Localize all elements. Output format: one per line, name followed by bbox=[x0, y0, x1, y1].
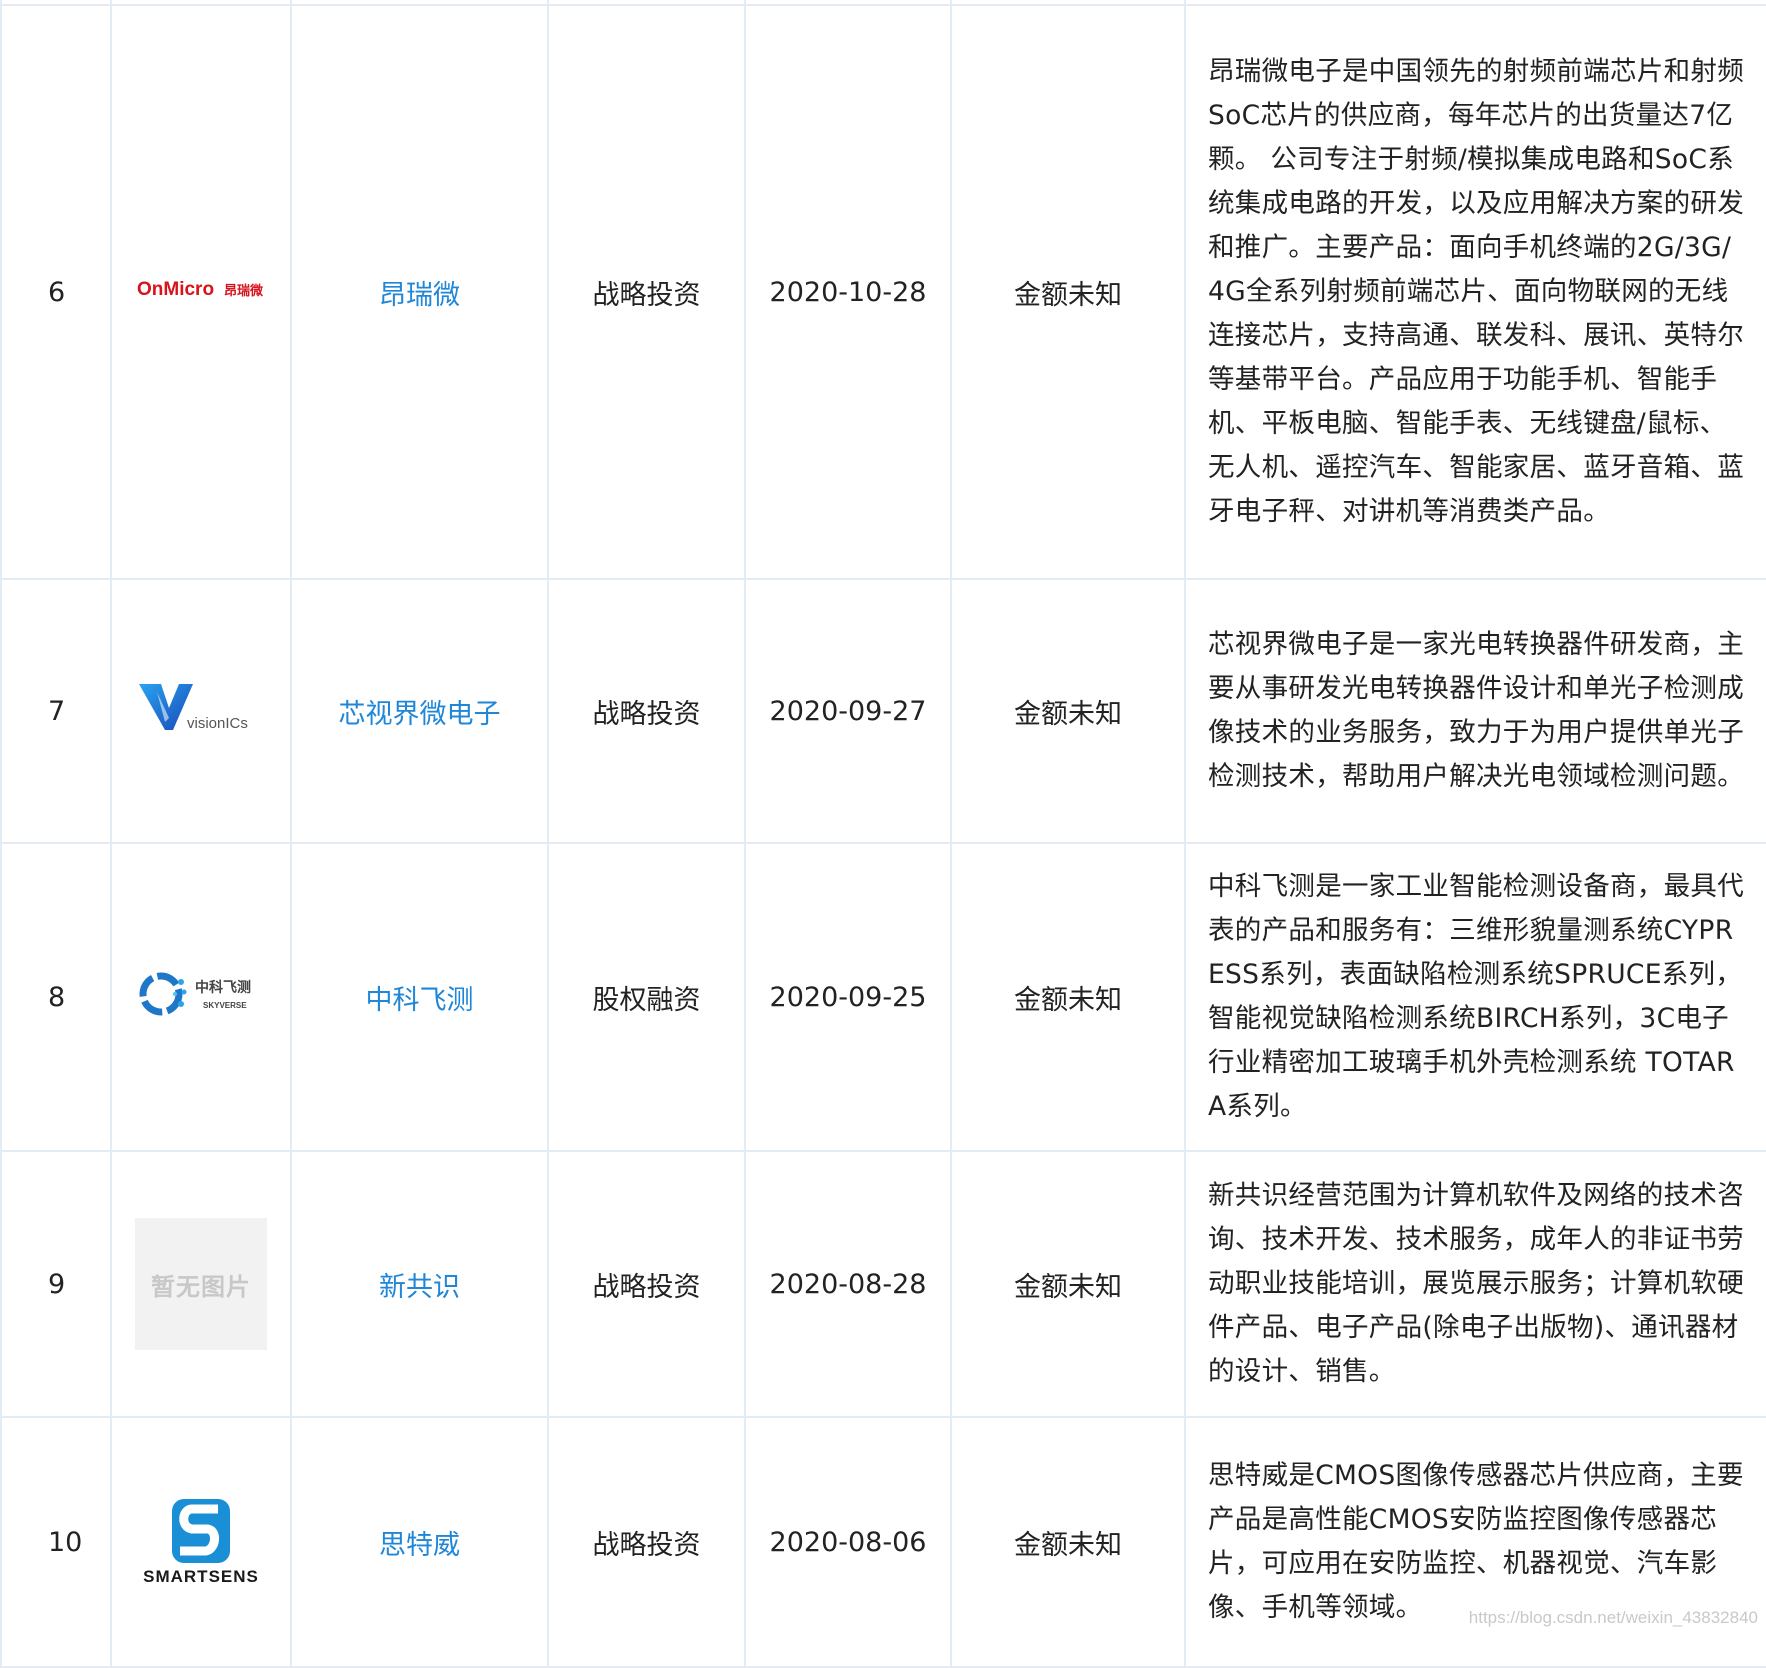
row-number: 8 bbox=[0, 842, 112, 1152]
company-name-link[interactable]: 昂瑞微 bbox=[379, 280, 460, 311]
row-number: 9 bbox=[0, 1150, 112, 1418]
table-row: 8 中科飞测 SKYVERSE 中科飞测 股权融资 2020-09-25 金额未… bbox=[0, 842, 1766, 1152]
company-description: 思特威是CMOS图像传感器芯片供应商，主要产品是高性能CMOS安防监控图像传感器… bbox=[1184, 1416, 1766, 1668]
skyverse-logo: 中科飞测 SKYVERSE bbox=[135, 964, 267, 1024]
funding-date: 2020-08-28 bbox=[744, 1150, 952, 1418]
company-logo-cell: OnMicro 昂瑞微 bbox=[110, 4, 292, 580]
company-name-cell: 昂瑞微 bbox=[290, 4, 549, 580]
funding-round: 战略投资 bbox=[547, 1416, 746, 1668]
company-description: 新共识经营范围为计算机软件及网络的技术咨询、技术开发、技术服务，成年人的非证书劳… bbox=[1184, 1150, 1766, 1418]
company-logo-cell: 暂无图片 bbox=[110, 1150, 292, 1418]
company-logo-cell: 中科飞测 SKYVERSE bbox=[110, 842, 292, 1152]
company-name-cell: 芯视界微电子 bbox=[290, 578, 549, 844]
company-name-link[interactable]: 中科飞测 bbox=[366, 985, 474, 1016]
company-logo-cell: visionICs bbox=[110, 578, 292, 844]
investment-table: 6 OnMicro 昂瑞微 昂瑞微 战略投资 2020-10-28 金额未知 昂… bbox=[0, 0, 1766, 1668]
funding-date: 2020-09-25 bbox=[744, 842, 952, 1152]
company-name-link[interactable]: 思特威 bbox=[379, 1530, 460, 1561]
smartsens-logo-icon bbox=[171, 1499, 230, 1563]
company-name-link[interactable]: 芯视界微电子 bbox=[339, 699, 501, 730]
svg-text:昂瑞微: 昂瑞微 bbox=[224, 283, 264, 299]
onmicro-logo: OnMicro 昂瑞微 bbox=[135, 274, 267, 304]
row-number: 7 bbox=[0, 578, 112, 844]
funding-round: 战略投资 bbox=[547, 1150, 746, 1418]
svg-text:中科飞测: 中科飞测 bbox=[195, 979, 251, 996]
funding-round: 战略投资 bbox=[547, 578, 746, 844]
funding-amount: 金额未知 bbox=[950, 1150, 1186, 1418]
funding-amount: 金额未知 bbox=[950, 4, 1186, 580]
no-image-placeholder: 暂无图片 bbox=[135, 1218, 267, 1350]
funding-amount: 金额未知 bbox=[950, 842, 1186, 1152]
funding-date: 2020-10-28 bbox=[744, 4, 952, 580]
row-number: 6 bbox=[0, 4, 112, 580]
visionics-logo-icon: visionICs bbox=[139, 683, 248, 732]
skyverse-logo-icon: 中科飞测 SKYVERSE bbox=[139, 972, 251, 1015]
svg-text:SKYVERSE: SKYVERSE bbox=[203, 1001, 247, 1010]
company-name-cell: 新共识 bbox=[290, 1150, 549, 1418]
funding-date: 2020-09-27 bbox=[744, 578, 952, 844]
funding-round: 战略投资 bbox=[547, 4, 746, 580]
funding-amount: 金额未知 bbox=[950, 578, 1186, 844]
funding-date: 2020-08-06 bbox=[744, 1416, 952, 1668]
funding-amount: 金额未知 bbox=[950, 1416, 1186, 1668]
table-row: 7 visionICs 芯视界微电子 战略投资 2020-09-27 金额未知 … bbox=[0, 578, 1766, 844]
table-row: 10 SMARTSENS 思特威 战略投资 2020-08-06 金额未知 思特… bbox=[0, 1416, 1766, 1668]
company-logo-cell: SMARTSENS bbox=[110, 1416, 292, 1668]
company-name-cell: 中科飞测 bbox=[290, 842, 549, 1152]
funding-round: 股权融资 bbox=[547, 842, 746, 1152]
company-description: 中科飞测是一家工业智能检测设备商，最具代表的产品和服务有：三维形貌量测系统CYP… bbox=[1184, 842, 1766, 1152]
placeholder-image: 暂无图片 bbox=[135, 1218, 267, 1350]
row-number: 10 bbox=[0, 1416, 112, 1668]
company-name-cell: 思特威 bbox=[290, 1416, 549, 1668]
svg-text:visionICs: visionICs bbox=[187, 715, 248, 732]
smartsens-wordmark: SMARTSENS bbox=[143, 1567, 259, 1586]
smartsens-logo: SMARTSENS bbox=[143, 1497, 259, 1587]
company-name-link[interactable]: 新共识 bbox=[379, 1272, 460, 1303]
table-row: 6 OnMicro 昂瑞微 昂瑞微 战略投资 2020-10-28 金额未知 昂… bbox=[0, 4, 1766, 580]
table-row: 9 暂无图片 新共识 战略投资 2020-08-28 金额未知 新共识经营范围为… bbox=[0, 1150, 1766, 1418]
company-description: 芯视界微电子是一家光电转换器件研发商，主要从事研发光电转换器件设计和单光子检测成… bbox=[1184, 578, 1766, 844]
watermark: https://blog.csdn.net/weixin_43832840 bbox=[1468, 1608, 1758, 1627]
svg-text:OnMicro: OnMicro bbox=[137, 279, 214, 300]
onmicro-logo-icon: OnMicro 昂瑞微 bbox=[137, 279, 264, 300]
visionics-logo: visionICs bbox=[135, 678, 267, 738]
company-description: 昂瑞微电子是中国领先的射频前端芯片和射频SoC芯片的供应商，每年芯片的出货量达7… bbox=[1184, 4, 1766, 580]
